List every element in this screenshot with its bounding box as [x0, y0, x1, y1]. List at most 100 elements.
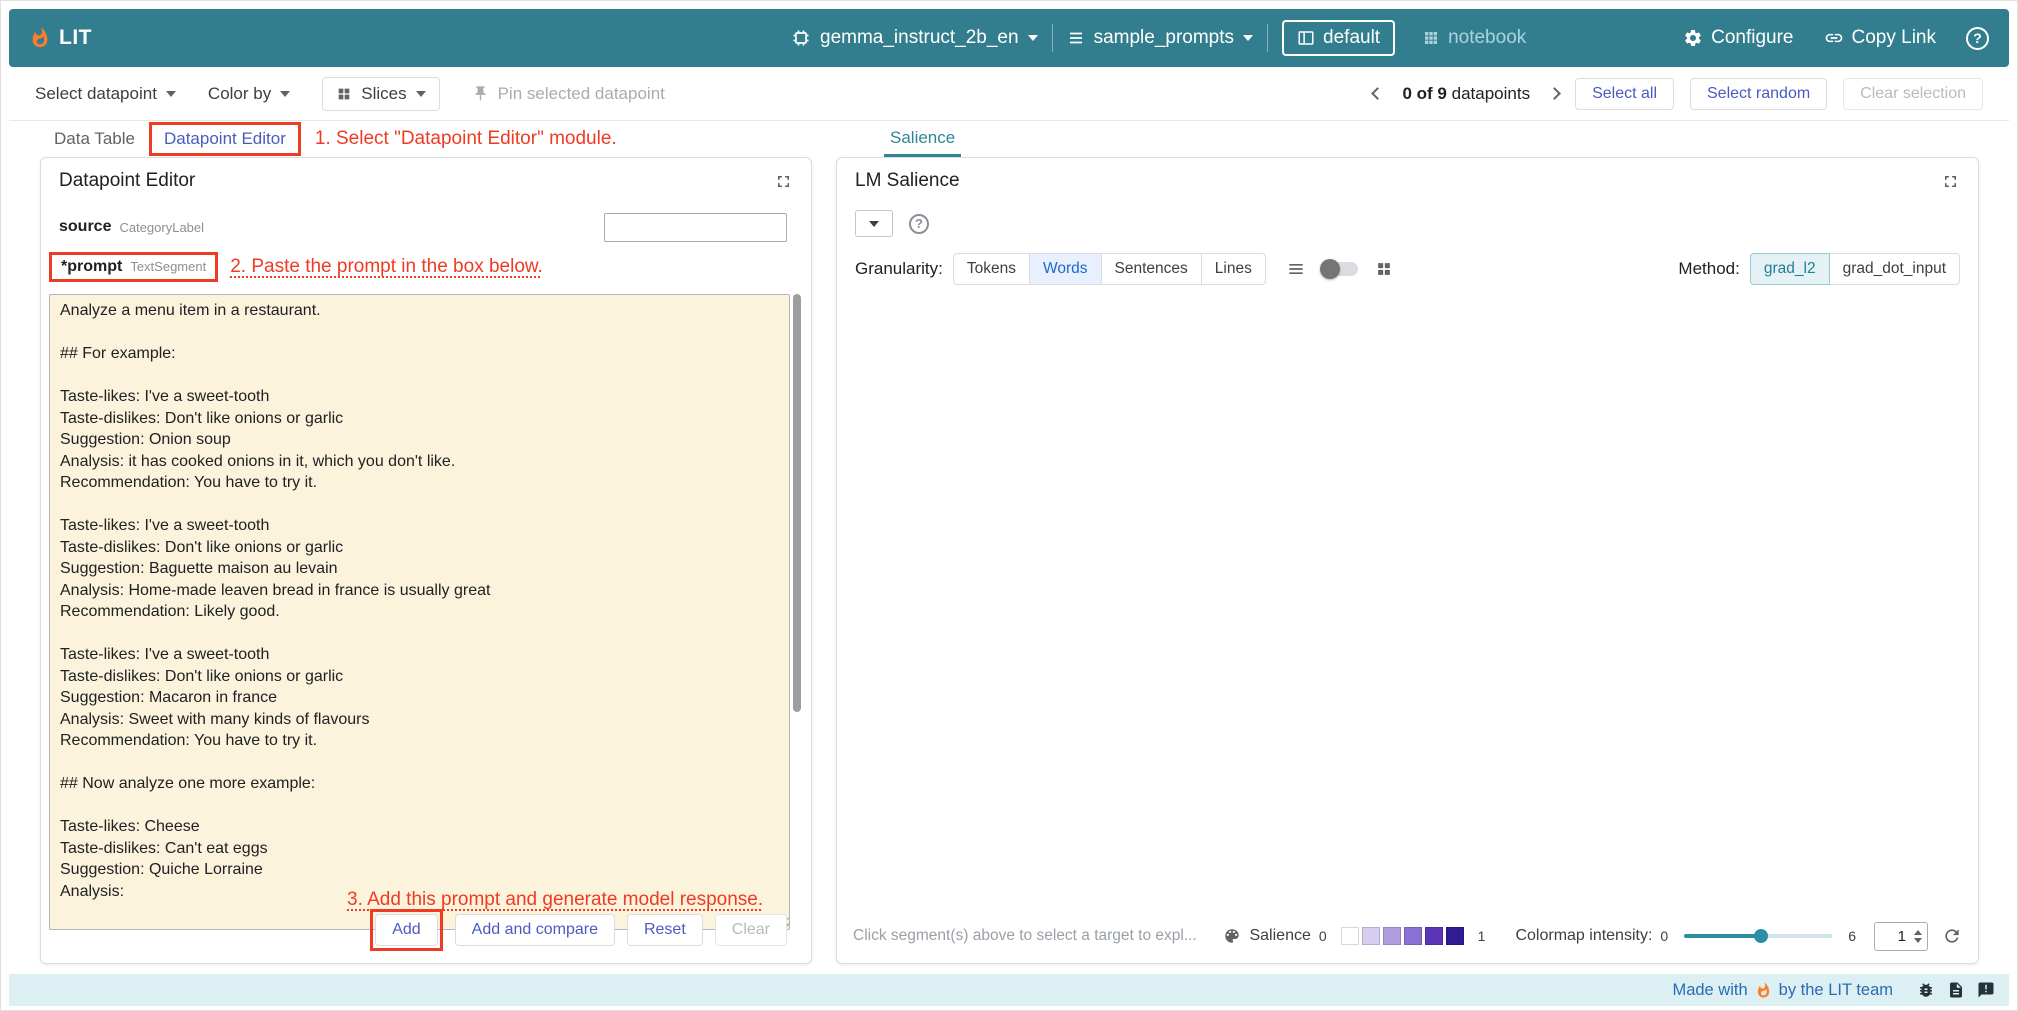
- palette-icon: [1223, 927, 1241, 945]
- tab-data-table[interactable]: Data Table: [40, 129, 149, 149]
- slider-min: 0: [1660, 928, 1668, 944]
- feedback-icon[interactable]: [1977, 981, 1995, 999]
- layout-notebook-button[interactable]: notebook: [1409, 22, 1539, 54]
- chevron-left-icon[interactable]: [1372, 87, 1385, 100]
- caret-down-icon: [166, 91, 176, 97]
- caret-down-icon: [280, 91, 290, 97]
- caret-down-icon: [1243, 35, 1253, 41]
- source-field-label: source: [59, 218, 111, 236]
- layout-default-label: default: [1323, 27, 1380, 49]
- select-datapoint-menu[interactable]: Select datapoint: [35, 84, 176, 104]
- slices-button[interactable]: Slices: [322, 77, 439, 111]
- slider-max: 6: [1848, 928, 1856, 944]
- expand-icon[interactable]: [774, 172, 793, 191]
- method-grad-l2[interactable]: grad_l2: [1750, 253, 1830, 285]
- dataset-selector-label: sample_prompts: [1094, 27, 1234, 49]
- toggle-switch[interactable]: [1322, 262, 1358, 276]
- pin-icon: [472, 85, 489, 102]
- module-header: Datapoint Editor: [41, 158, 811, 204]
- granularity-segmented: Tokens Words Sentences Lines: [953, 253, 1266, 285]
- model-selector[interactable]: gemma_instruct_2b_en: [791, 27, 1038, 49]
- pin-datapoint-button[interactable]: Pin selected datapoint: [472, 84, 665, 104]
- clear-button[interactable]: Clear: [715, 914, 787, 946]
- color-by-menu[interactable]: Color by: [208, 84, 290, 104]
- salience-footer-bar: Click segment(s) above to select a targe…: [853, 909, 1962, 963]
- prompt-textarea[interactable]: Analyze a menu item in a restaurant. ## …: [49, 294, 790, 930]
- caret-down-icon: [869, 221, 879, 227]
- layout-icon: [1297, 29, 1315, 47]
- configure-button[interactable]: Configure: [1683, 27, 1793, 49]
- method-grad-dot-input[interactable]: grad_dot_input: [1829, 253, 1960, 285]
- left-module-column: Data Table Datapoint Editor 1. Select "D…: [40, 121, 812, 974]
- slider-thumb[interactable]: [1754, 929, 1768, 943]
- reset-button[interactable]: Reset: [627, 914, 703, 946]
- spinner-up-icon[interactable]: [1914, 930, 1922, 935]
- docs-icon[interactable]: [1947, 981, 1965, 999]
- select-random-button[interactable]: Select random: [1690, 78, 1827, 110]
- spinner-down-icon[interactable]: [1914, 938, 1922, 943]
- bug-icon[interactable]: [1917, 981, 1935, 999]
- copy-link-button[interactable]: Copy Link: [1824, 27, 1937, 49]
- selection-toolbar: Select datapoint Color by Slices Pin sel…: [9, 67, 2009, 121]
- app-logo: LIT: [29, 26, 92, 50]
- expand-icon[interactable]: [1941, 172, 1960, 191]
- colormap-swatches: [1341, 927, 1464, 945]
- toggle-knob: [1320, 259, 1340, 279]
- datapoint-count-unit: datapoints: [1452, 84, 1530, 103]
- tab-datapoint-editor[interactable]: Datapoint Editor: [164, 129, 286, 148]
- clear-selection-button[interactable]: Clear selection: [1843, 78, 1983, 110]
- footer-credit: Made with by the LIT team: [1672, 981, 1893, 1000]
- colormap-swatch: [1404, 927, 1422, 945]
- apps-grid-icon[interactable]: [1374, 259, 1394, 279]
- annotation-step3: 3. Add this prompt and generate model re…: [347, 889, 763, 911]
- help-icon[interactable]: ?: [1966, 27, 1989, 50]
- granularity-lines[interactable]: Lines: [1201, 253, 1266, 285]
- editor-button-row: Add Add and compare Reset Clear: [41, 909, 787, 951]
- model-selector-label: gemma_instruct_2b_en: [820, 27, 1019, 49]
- source-input[interactable]: [604, 213, 787, 242]
- flame-icon: [1755, 982, 1772, 999]
- add-button[interactable]: Add: [375, 914, 437, 946]
- caret-down-icon: [416, 91, 426, 97]
- method-segmented: grad_l2 grad_dot_input: [1750, 253, 1960, 285]
- select-all-button[interactable]: Select all: [1575, 78, 1674, 110]
- chevron-right-icon[interactable]: [1548, 87, 1561, 100]
- annotation-box-prompt: *prompt TextSegment: [49, 252, 218, 282]
- granularity-words[interactable]: Words: [1029, 253, 1102, 285]
- datapoint-editor-module: Datapoint Editor source CategoryLabel *p…: [40, 157, 812, 964]
- header-divider: [1052, 24, 1053, 52]
- stepper-arrows[interactable]: [1911, 930, 1927, 943]
- scrollbar-thumb[interactable]: [793, 294, 801, 712]
- help-glyph: ?: [1973, 30, 1982, 46]
- module-title: LM Salience: [855, 170, 960, 192]
- selection-controls: 0 of 9 datapoints Select all Select rand…: [1373, 78, 1983, 110]
- granularity-tokens[interactable]: Tokens: [953, 253, 1030, 285]
- colormap-swatch: [1425, 927, 1443, 945]
- target-selector-dropdown[interactable]: [855, 210, 893, 237]
- datapoint-count: 0 of 9: [1402, 84, 1446, 103]
- reset-icon[interactable]: [1942, 926, 1962, 946]
- app-footer: Made with by the LIT team: [9, 974, 2009, 1006]
- module-header: LM Salience: [837, 158, 1978, 204]
- prompt-field-label: *prompt: [61, 258, 122, 276]
- density-icon[interactable]: [1286, 259, 1306, 279]
- granularity-label: Granularity:: [855, 259, 943, 279]
- intensity-input[interactable]: 1: [1874, 922, 1928, 951]
- tab-salience[interactable]: Salience: [884, 121, 961, 157]
- help-glyph: ?: [915, 216, 923, 231]
- intensity-slider[interactable]: [1684, 929, 1832, 943]
- slices-label: Slices: [361, 84, 406, 104]
- app-header: LIT gemma_instruct_2b_en sample_prompts: [9, 9, 2009, 67]
- source-field-row: source CategoryLabel: [59, 212, 787, 242]
- prompt-field-type: TextSegment: [130, 259, 206, 274]
- slider-fill: [1684, 934, 1761, 938]
- dataset-selector[interactable]: sample_prompts: [1067, 27, 1253, 49]
- module-title: Datapoint Editor: [59, 170, 195, 192]
- granularity-sentences[interactable]: Sentences: [1101, 253, 1202, 285]
- add-and-compare-button[interactable]: Add and compare: [455, 914, 615, 946]
- help-icon[interactable]: ?: [909, 214, 929, 234]
- scrollbar-track: [793, 294, 801, 930]
- annotation-step1: 1. Select "Datapoint Editor" module.: [315, 128, 617, 150]
- layout-default-button[interactable]: default: [1282, 20, 1395, 56]
- list-icon: [1067, 29, 1085, 47]
